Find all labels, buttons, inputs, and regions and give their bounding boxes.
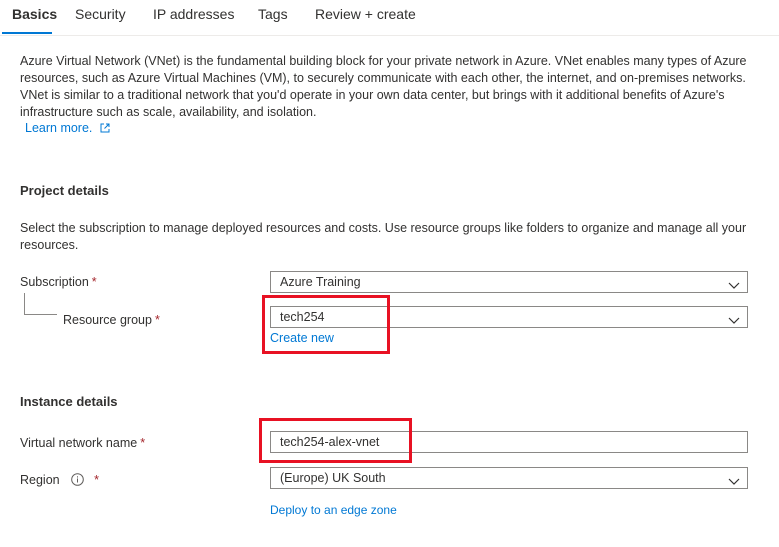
- vnet-name-label-text: Virtual network name: [20, 436, 138, 450]
- resource-group-value: tech254: [280, 310, 325, 324]
- instance-details-heading: Instance details: [20, 394, 118, 409]
- resource-group-dropdown[interactable]: tech254: [270, 306, 748, 328]
- deploy-edge-zone-link[interactable]: Deploy to an edge zone: [270, 503, 397, 517]
- subscription-dropdown[interactable]: Azure Training: [270, 271, 748, 293]
- tab-basics[interactable]: Basics: [12, 6, 57, 22]
- tab-bar: Basics Security IP addresses Tags Review…: [0, 0, 779, 36]
- project-details-heading: Project details: [20, 183, 109, 198]
- region-label-text: Region: [20, 473, 60, 487]
- resource-group-label: Resource group *: [63, 313, 160, 327]
- required-marker: *: [140, 436, 146, 450]
- resource-group-label-text: Resource group: [63, 313, 152, 327]
- required-marker: *: [154, 313, 160, 327]
- project-details-description: Select the subscription to manage deploy…: [20, 221, 747, 252]
- required-marker: *: [91, 275, 97, 289]
- chevron-down-icon: [728, 473, 740, 491]
- intro-description: Azure Virtual Network (VNet) is the fund…: [20, 54, 747, 119]
- chevron-down-icon: [728, 277, 740, 295]
- subscription-label-text: Subscription: [20, 275, 89, 289]
- tab-ip-addresses[interactable]: IP addresses: [153, 6, 234, 22]
- create-new-link[interactable]: Create new: [270, 331, 334, 345]
- region-dropdown[interactable]: (Europe) UK South: [270, 467, 748, 489]
- subscription-label: Subscription *: [20, 275, 97, 289]
- tab-review-create[interactable]: Review + create: [315, 6, 416, 22]
- external-link-icon: [100, 122, 110, 136]
- region-value: (Europe) UK South: [280, 471, 386, 485]
- tab-security[interactable]: Security: [75, 6, 126, 22]
- tree-connector: [24, 293, 57, 315]
- info-icon[interactable]: [71, 473, 84, 489]
- active-tab-indicator: [2, 32, 52, 34]
- vnet-name-label: Virtual network name *: [20, 436, 145, 450]
- tab-tags[interactable]: Tags: [258, 6, 288, 22]
- vnet-name-input[interactable]: tech254-alex-vnet: [270, 431, 748, 453]
- tab-divider: [0, 35, 779, 36]
- subscription-value: Azure Training: [280, 275, 361, 289]
- required-marker: *: [94, 473, 99, 487]
- vnet-name-value: tech254-alex-vnet: [280, 435, 380, 449]
- learn-more-link[interactable]: Learn more.: [25, 121, 110, 136]
- chevron-down-icon: [728, 312, 740, 330]
- learn-more-label: Learn more.: [25, 121, 93, 135]
- region-label: Region *: [20, 473, 99, 489]
